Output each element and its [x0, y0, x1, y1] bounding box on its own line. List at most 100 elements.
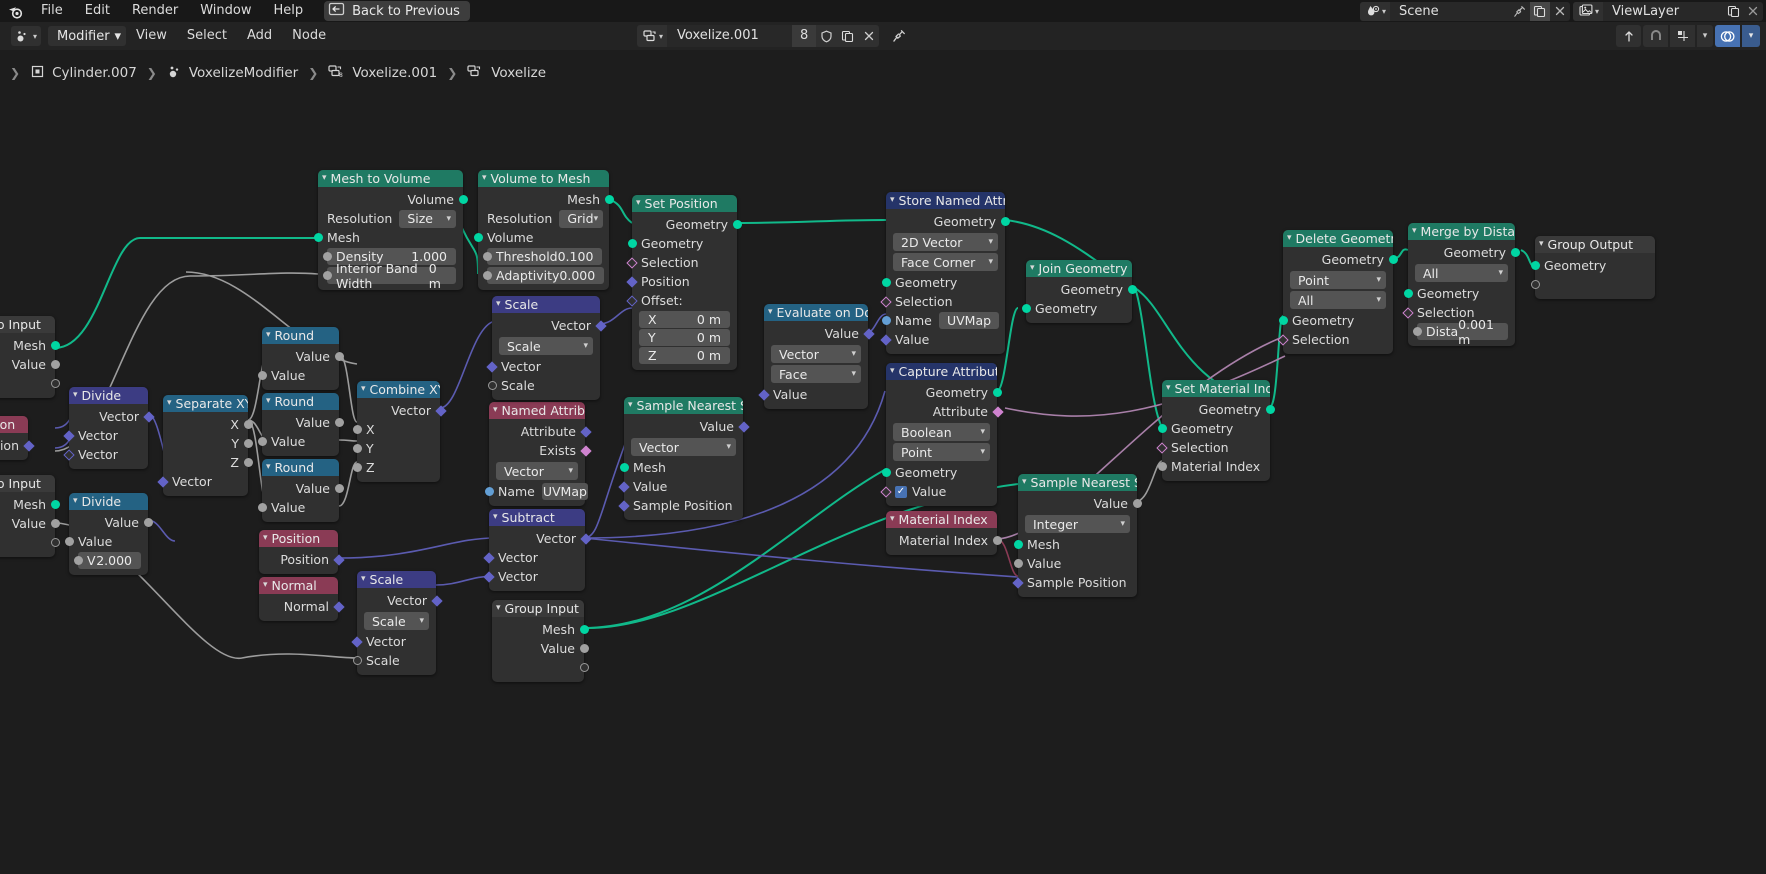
socket-name-in[interactable] — [484, 487, 494, 496]
socket-distance-in[interactable] — [1412, 327, 1422, 336]
socket-geometry-out[interactable] — [1388, 255, 1398, 264]
socket-geometry-in[interactable] — [1403, 289, 1413, 298]
socket-value-out[interactable] — [579, 644, 589, 653]
node-separate-xyz[interactable]: ▾ Separate XYZ X Y Z Vector — [156, 395, 253, 496]
breadcrumb-item-nodetree-2[interactable]: Voxelize — [467, 64, 546, 83]
socket-geometry-out[interactable] — [1000, 217, 1010, 226]
x-icon[interactable] — [1743, 2, 1763, 21]
socket-virtual-in[interactable] — [1530, 280, 1540, 289]
input-value[interactable]: Value — [1013, 554, 1137, 573]
input-name[interactable]: Name UVMap — [881, 311, 1005, 330]
socket-mesh-out[interactable] — [604, 195, 614, 204]
socket-value-in[interactable] — [257, 371, 267, 380]
socket-geometry-out[interactable] — [458, 195, 468, 204]
socket-geometry-in[interactable] — [881, 468, 891, 477]
input-scale[interactable]: Scale — [352, 651, 436, 670]
data-type-dropdown[interactable]: 2D Vector ▾ — [893, 233, 998, 251]
menu-window[interactable]: Window — [189, 0, 262, 22]
node-header[interactable]: ▾ Separate XYZ — [163, 395, 248, 412]
input-offset[interactable]: Offset: — [625, 291, 737, 310]
collapse-triangle-icon[interactable]: ▾ — [768, 304, 773, 321]
socket-mesh-out[interactable] — [579, 625, 589, 634]
pin-icon[interactable] — [888, 25, 910, 47]
domain-dropdown[interactable]: Point ▾ — [1290, 271, 1386, 289]
unlink-icon[interactable] — [858, 25, 880, 47]
input-geometry[interactable]: Geometry — [1403, 284, 1515, 303]
output-virtual[interactable] — [492, 658, 589, 677]
collapse-triangle-icon[interactable]: ▾ — [322, 170, 327, 187]
input-geometry[interactable]: Geometry — [1530, 256, 1655, 275]
adaptivity-field[interactable]: Adaptivity 0.000 — [487, 267, 605, 284]
socket-value-in[interactable] — [257, 437, 267, 446]
socket-geometry-out[interactable] — [732, 220, 742, 229]
node-material-index[interactable]: ▾ Material Index Material Index — [886, 511, 1002, 555]
output-x[interactable]: X — [163, 415, 253, 434]
collapse-triangle-icon[interactable]: ▾ — [266, 393, 271, 410]
node-group-input-1[interactable]: ▾ Group Input Mesh Value — [0, 316, 60, 398]
node-header[interactable]: ▾ Material Index — [886, 511, 997, 528]
duplicate-icon[interactable] — [1723, 2, 1743, 21]
node-header[interactable]: ▾ Subtract — [489, 509, 585, 526]
collapse-triangle-icon[interactable]: ▾ — [361, 571, 366, 588]
input-value[interactable]: Value — [879, 330, 1005, 349]
socket-material-index-out[interactable] — [992, 536, 1002, 545]
node-position-left[interactable]: ▾ Position Position — [0, 416, 35, 460]
input-z[interactable]: Z — [352, 458, 440, 477]
node-volume-to-mesh[interactable]: ▾ Volume to Mesh Mesh Resolution Grid ▾ … — [473, 170, 614, 290]
socket-value-out[interactable] — [334, 484, 344, 493]
output-vector[interactable]: Vector — [489, 529, 592, 548]
output-mesh[interactable]: Mesh — [492, 620, 589, 639]
output-virtual[interactable] — [0, 374, 60, 393]
output-mesh[interactable]: Mesh — [0, 336, 60, 355]
data-type-dropdown[interactable]: Vector ▾ — [771, 345, 861, 363]
output-y[interactable]: Y — [163, 434, 253, 453]
socket-mesh-in[interactable] — [313, 233, 323, 242]
collapse-triangle-icon[interactable]: ▾ — [1166, 380, 1171, 397]
socket-x-out[interactable] — [243, 420, 253, 429]
output-vector[interactable]: Vector — [69, 407, 155, 426]
socket-mesh-in[interactable] — [1013, 540, 1023, 549]
menu-view[interactable]: View — [126, 26, 177, 46]
node-header[interactable]: ▾ Divide — [69, 387, 148, 404]
input-value[interactable]: Value — [257, 432, 339, 451]
socket-value-in[interactable] — [1013, 559, 1023, 568]
node-round-1[interactable]: ▾ Round Value Value — [257, 327, 344, 390]
data-type-dropdown[interactable]: Integer ▾ — [1025, 515, 1130, 533]
collapse-triangle-icon[interactable]: ▾ — [361, 381, 366, 398]
output-value[interactable]: Value — [1018, 494, 1142, 513]
domain-dropdown[interactable]: Face ▾ — [771, 365, 861, 383]
input-mesh[interactable]: Mesh — [619, 458, 743, 477]
node-header[interactable]: ▾ Volume to Mesh — [478, 170, 609, 187]
socket-value-out[interactable] — [50, 519, 60, 528]
output-mesh[interactable]: Mesh — [478, 190, 614, 209]
input-x[interactable]: X — [352, 420, 440, 439]
name-value[interactable]: UVMap — [541, 483, 588, 500]
node-mesh-to-volume[interactable]: ▾ Mesh to Volume Volume Resolution Size … — [313, 170, 468, 291]
input-selection[interactable]: Selection — [1276, 330, 1393, 349]
input-y[interactable]: Y — [352, 439, 440, 458]
overlays-chevron-icon[interactable]: ▾ — [1742, 25, 1760, 47]
collapse-triangle-icon[interactable]: ▾ — [263, 577, 268, 594]
input-selection[interactable]: Selection — [879, 292, 1005, 311]
node-subtract[interactable]: ▾ Subtract Vector Vector Vector — [482, 509, 592, 591]
output-value[interactable]: Value — [492, 639, 589, 658]
output-attribute[interactable]: Attribute — [489, 422, 592, 441]
overlays-icon[interactable] — [1715, 25, 1740, 47]
node-header[interactable]: ▾ Sample Nearest Surf... — [1018, 474, 1137, 491]
input-mesh[interactable]: Mesh — [313, 228, 463, 247]
node-header[interactable]: ▾ Group Output — [1535, 236, 1655, 253]
socket-threshold-in[interactable] — [482, 252, 492, 261]
output-geometry[interactable]: Geometry — [1283, 250, 1398, 269]
input-position[interactable]: Position — [625, 272, 737, 291]
node-combine-xyz[interactable]: ▾ Combine XYZ Vector X Y Z — [352, 381, 447, 482]
collapse-triangle-icon[interactable]: ▾ — [890, 192, 895, 209]
node-header[interactable]: ▾ Normal — [259, 577, 338, 594]
menu-edit[interactable]: Edit — [74, 0, 121, 22]
socket-y-in[interactable] — [352, 444, 362, 453]
menu-select[interactable]: Select — [177, 26, 237, 46]
socket-band-in[interactable] — [322, 271, 332, 280]
node-header[interactable]: ▾ Group Input — [0, 475, 55, 492]
collapse-triangle-icon[interactable]: ▾ — [1022, 474, 1027, 491]
input-geometry[interactable]: Geometry — [881, 463, 997, 482]
output-position[interactable]: Position — [259, 550, 345, 569]
